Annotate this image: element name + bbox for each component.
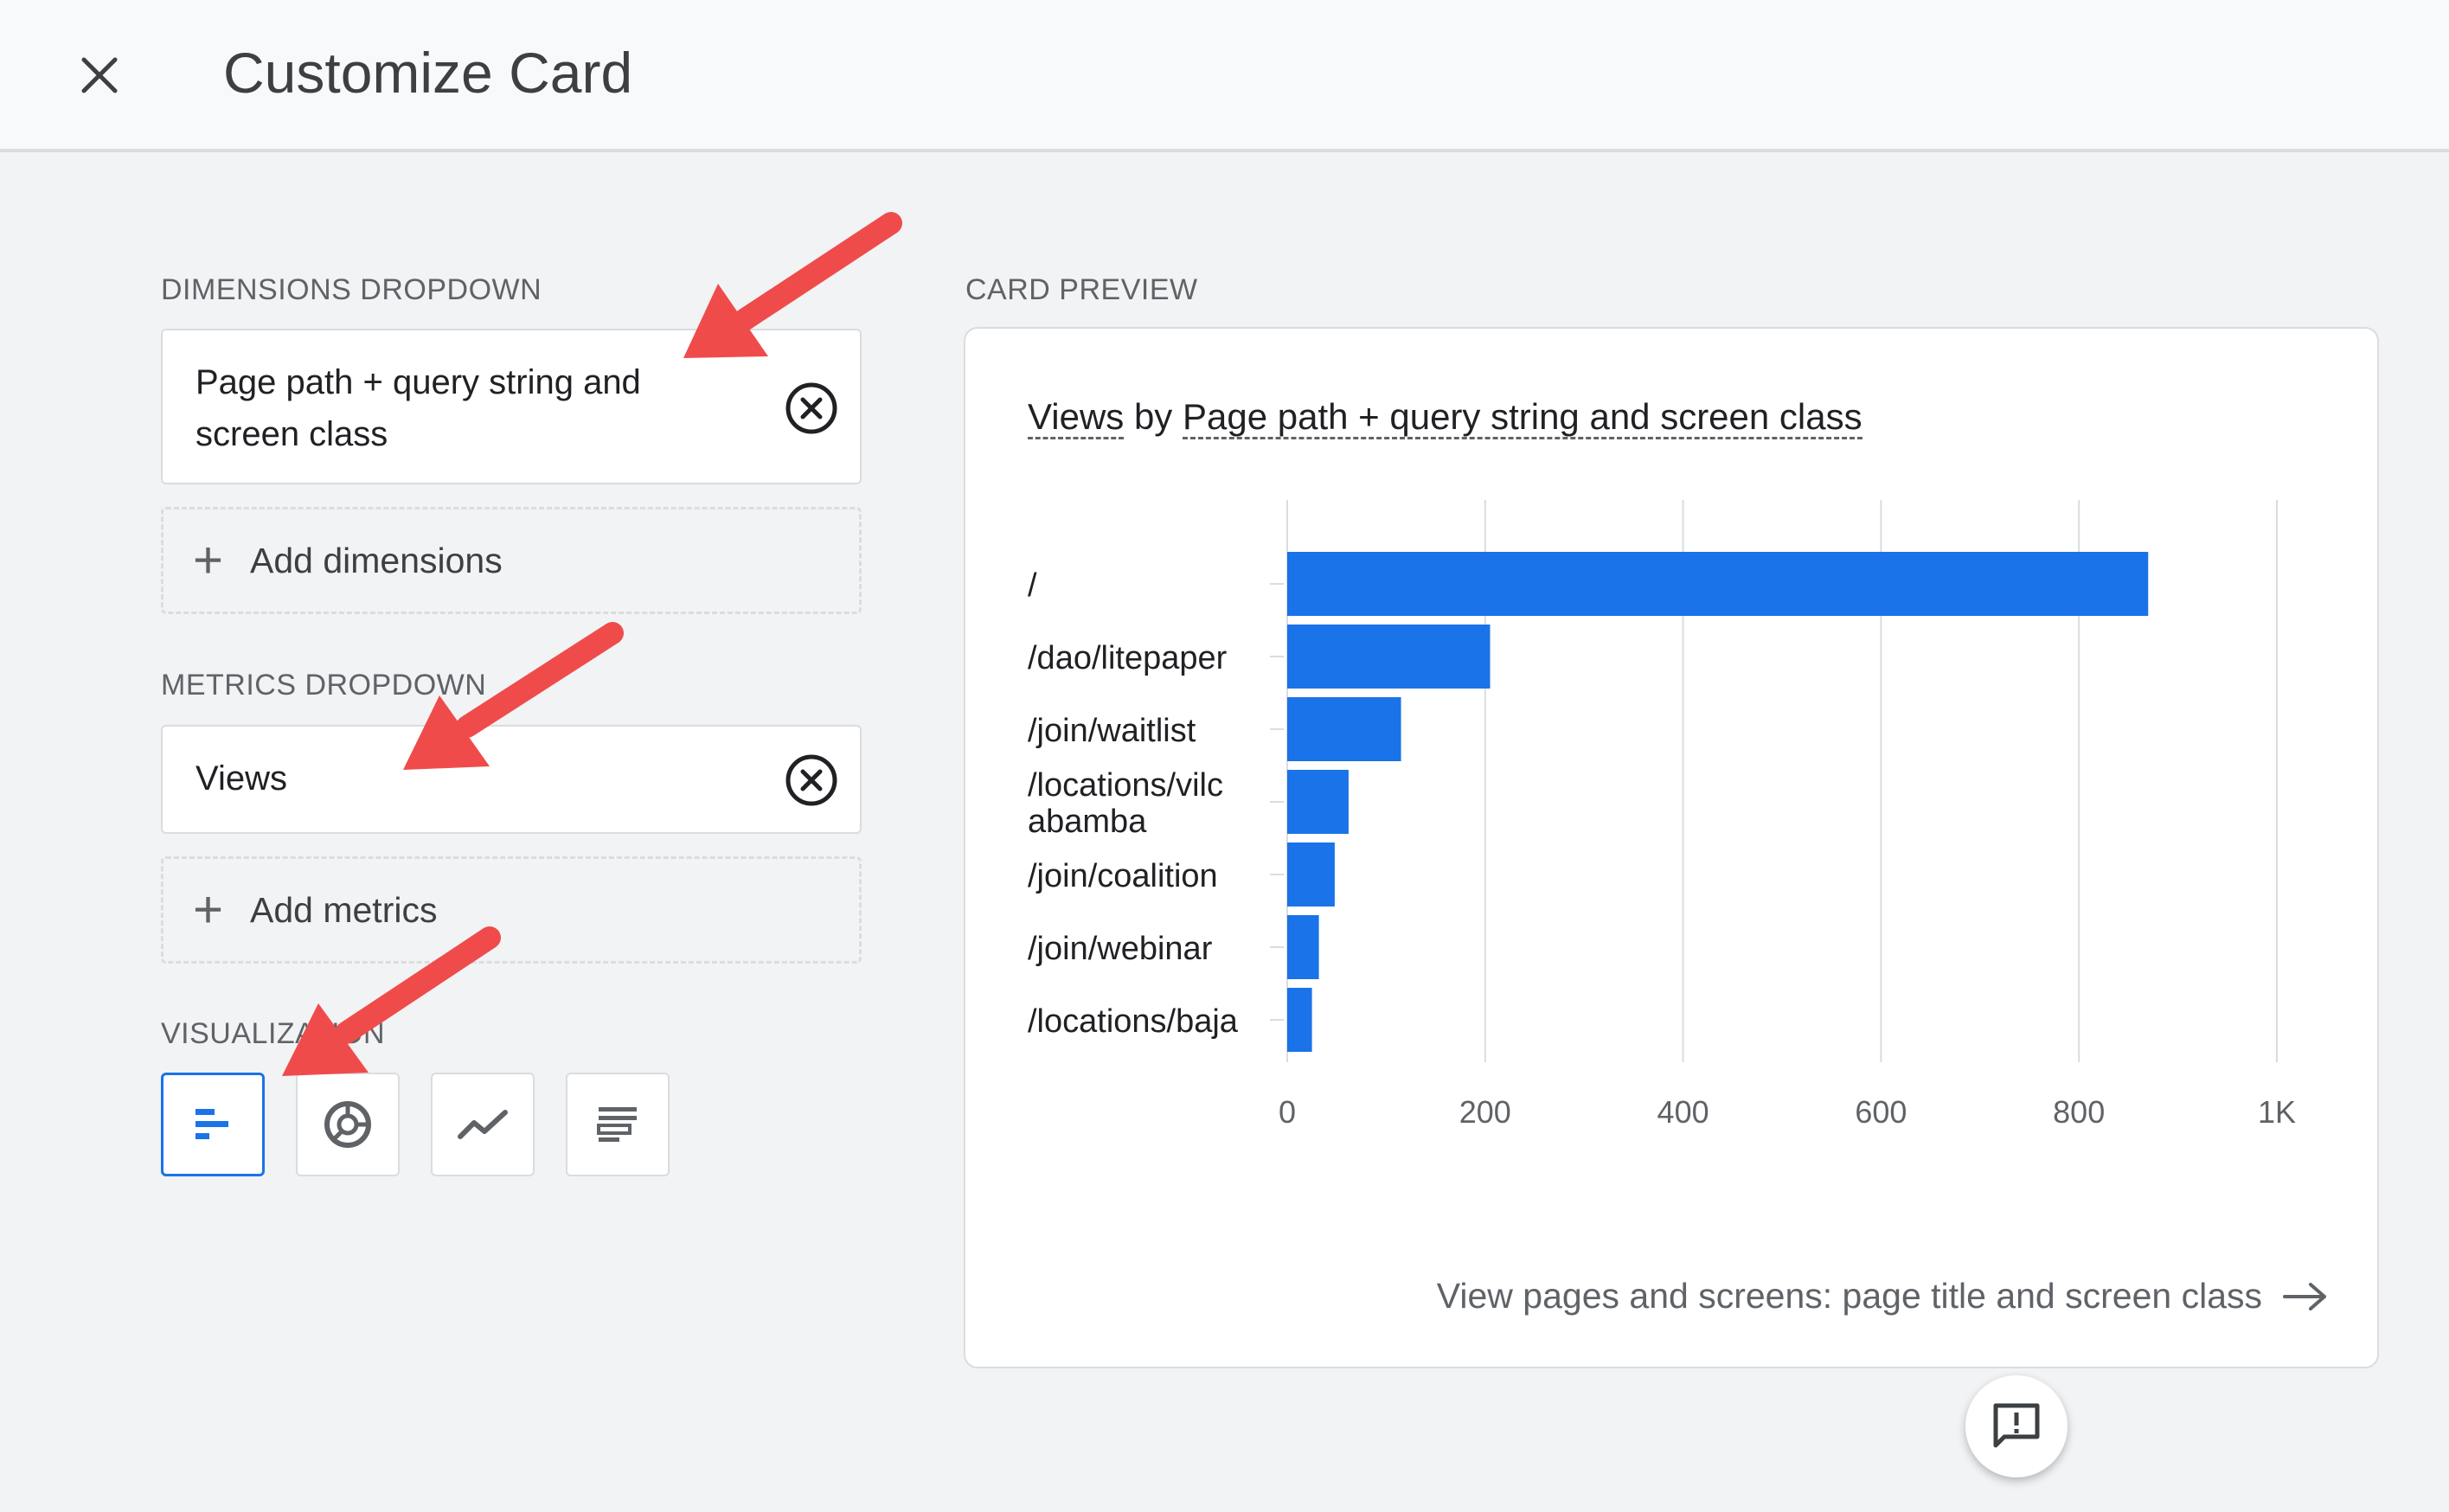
- plus-icon: +: [193, 881, 224, 939]
- remove-metric-button[interactable]: [782, 751, 841, 810]
- metric-value: Views: [196, 759, 287, 798]
- bar[interactable]: [1287, 842, 1335, 907]
- donut-chart-icon: [324, 1101, 371, 1148]
- y-category-label: /dao/litepaper: [1028, 640, 1228, 676]
- add-metrics-label: Add metrics: [250, 889, 438, 930]
- y-category-label: /: [1028, 567, 1037, 604]
- feedback-icon: [1993, 1403, 2040, 1448]
- bar[interactable]: [1287, 770, 1349, 834]
- metrics-label: METRICS DROPDOWN: [161, 669, 487, 702]
- title-dimension[interactable]: Page path + query string and screen clas…: [1182, 396, 1862, 439]
- remove-circle-icon: [785, 754, 837, 806]
- visualization-label: VISUALIZATION: [161, 1017, 386, 1050]
- viz-bar-button[interactable]: [161, 1073, 265, 1176]
- add-dimensions-label: Add dimensions: [250, 540, 503, 580]
- title-by: by: [1133, 396, 1173, 437]
- table-icon: [597, 1107, 637, 1142]
- x-tick-label: 1K: [2258, 1094, 2296, 1130]
- bar-chart: 0 200 400 600 800 1K / /dao/litepaper/join/wait…: [1028, 500, 2296, 1130]
- view-report-link[interactable]: View pages and screens: page title and s…: [1437, 1276, 2328, 1317]
- y-category-label: /locations/baja: [1028, 1003, 1239, 1040]
- viz-table-button[interactable]: [566, 1073, 670, 1176]
- x-tick-label: 0: [1279, 1094, 1296, 1130]
- title-metric[interactable]: Views: [1028, 396, 1125, 439]
- arrow-right-icon: [2283, 1282, 2326, 1310]
- x-tick-label: 800: [2053, 1094, 2105, 1130]
- bar[interactable]: [1287, 915, 1319, 979]
- card-preview-label: CARD PREVIEW: [965, 273, 1198, 306]
- y-category-label: abamba: [1028, 804, 1147, 840]
- close-button[interactable]: [61, 36, 138, 114]
- bar[interactable]: [1287, 988, 1312, 1052]
- remove-circle-icon: [785, 382, 837, 434]
- add-metrics-button[interactable]: + Add metrics: [161, 856, 862, 964]
- x-tick-label: 400: [1657, 1094, 1709, 1130]
- dimension-value-line2: screen class: [196, 415, 388, 453]
- x-tick-label: 200: [1459, 1094, 1511, 1130]
- bar-chart-icon: [196, 1109, 228, 1139]
- x-tick-label: 600: [1855, 1094, 1907, 1130]
- viz-donut-button[interactable]: [296, 1073, 400, 1176]
- bar[interactable]: [1287, 697, 1401, 761]
- add-dimensions-button[interactable]: + Add dimensions: [161, 507, 862, 614]
- y-category-label: /join/waitlist: [1028, 713, 1196, 749]
- line-chart-icon: [458, 1110, 508, 1139]
- y-category-label: /join/coalition: [1028, 858, 1218, 894]
- y-category-label: /join/webinar: [1028, 931, 1213, 967]
- plus-icon: +: [193, 531, 224, 589]
- card-preview-title: Views by Page path + query string and sc…: [1028, 389, 1862, 445]
- header-bar: Customize Card: [0, 0, 2449, 152]
- dimension-selected-field[interactable]: Page path + query string and screen clas…: [161, 329, 862, 484]
- metric-selected-field[interactable]: Views: [161, 725, 862, 834]
- viz-line-button[interactable]: [431, 1073, 535, 1176]
- bar[interactable]: [1287, 625, 1491, 689]
- feedback-button[interactable]: [1965, 1375, 2068, 1477]
- dimension-value-line1: Page path + query string and: [196, 363, 641, 401]
- bar[interactable]: [1287, 552, 2149, 616]
- y-category-label: /locations/vilc: [1028, 767, 1223, 804]
- page-title: Customize Card: [223, 41, 633, 105]
- remove-dimension-button[interactable]: [782, 379, 841, 438]
- dimensions-label: DIMENSIONS DROPDOWN: [161, 273, 542, 306]
- close-icon: [81, 57, 118, 93]
- view-report-text: View pages and screens: page title and s…: [1436, 1276, 2262, 1316]
